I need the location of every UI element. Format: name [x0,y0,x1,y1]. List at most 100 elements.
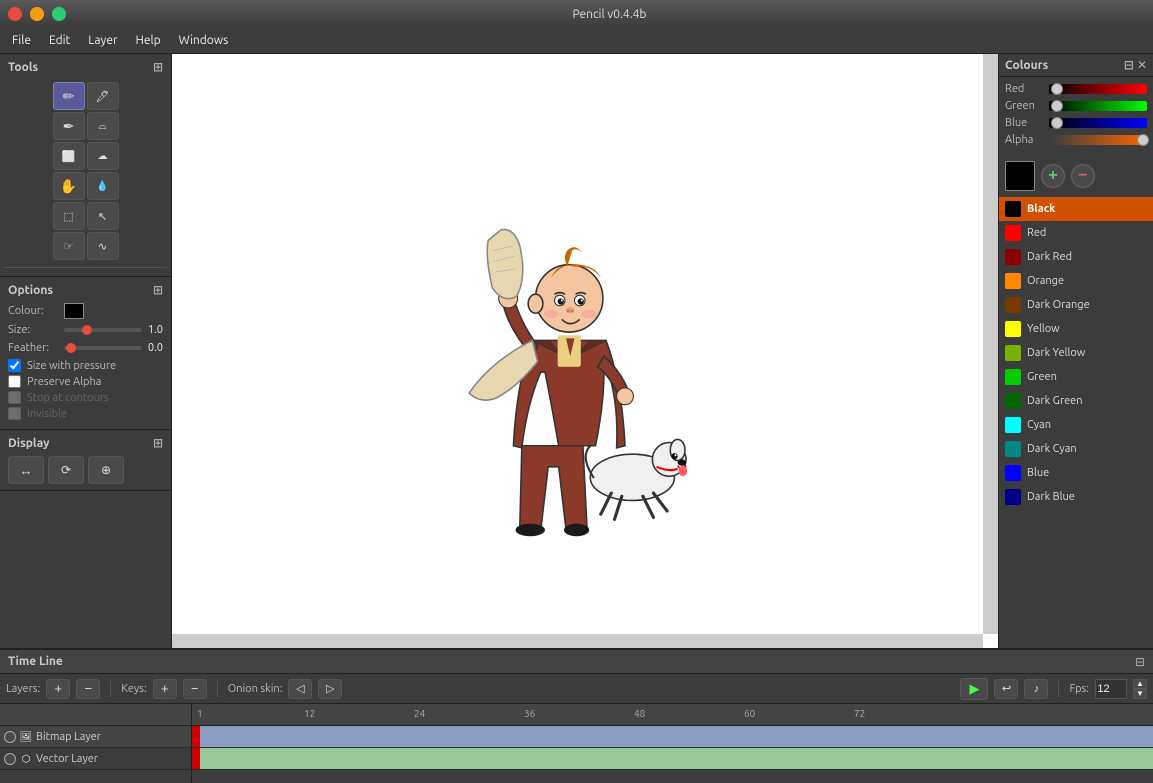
options-title: Options [8,284,53,297]
add-layer-btn[interactable]: + [46,679,70,699]
rewind-button[interactable]: ↩ [994,679,1018,699]
vertical-scrollbar[interactable] [983,54,998,634]
colours-close-icon[interactable]: ✕ [1137,58,1147,72]
menu-help[interactable]: Help [128,31,169,50]
move-tool[interactable]: ↖ [87,202,119,230]
canvas-area[interactable] [172,54,998,648]
menu-windows[interactable]: Windows [171,31,237,50]
vector-frame-track[interactable] [192,748,1153,770]
colour-list-item-12[interactable]: Dark Blue [999,485,1153,509]
size-pressure-label: Size with pressure [27,360,116,372]
green-slider-track[interactable] [1049,101,1147,111]
colour-dot-7 [1005,369,1021,385]
colour-row: Colour: [8,303,163,319]
bitmap-frame-indicator [192,726,200,747]
colour-list-item-7[interactable]: Green [999,365,1153,389]
frames-area[interactable]: 1 12 24 36 48 60 72 [192,704,1153,783]
size-pressure-row: Size with pressure [8,359,163,372]
menu-edit[interactable]: Edit [41,31,78,50]
eyedropper-tool[interactable]: 💧 [87,172,119,200]
colours-restore-icon[interactable]: ⊟ [1124,58,1134,72]
colour-list-item-5[interactable]: Yellow [999,317,1153,341]
remove-key-btn[interactable]: − [183,679,207,699]
close-button[interactable] [8,7,22,21]
red-slider-thumb[interactable] [1051,83,1063,95]
blue-slider-thumb[interactable] [1051,117,1063,129]
onion-prev-btn[interactable]: ◁ [288,679,312,699]
inkpen-tool[interactable]: ✒ [53,112,85,140]
colour-list-item-0[interactable]: Black [999,197,1153,221]
add-key-btn[interactable]: + [153,679,177,699]
colour-list-item-8[interactable]: Dark Green [999,389,1153,413]
layer-names-header [0,704,191,726]
red-slider-track[interactable] [1049,84,1147,94]
feather-slider-thumb[interactable] [66,343,76,353]
blue-slider-track[interactable] [1049,118,1147,128]
options-section: Options ⊞ Colour: Size: 1.0 Feat [0,277,171,430]
stop-contours-row: Stop at contours [8,391,163,404]
alpha-slider-thumb[interactable] [1137,134,1149,146]
menu-layer[interactable]: Layer [80,31,125,50]
fps-input[interactable] [1095,679,1127,699]
alpha-slider-track[interactable] [1049,135,1147,145]
audio-button[interactable]: ♪ [1024,679,1048,699]
layers-label: Layers: [6,683,40,695]
display-expand-icon[interactable]: ⊞ [153,436,163,450]
bitmap-layer-row[interactable]: 🖼 Bitmap Layer [0,726,191,748]
colour-name-6: Dark Yellow [1027,347,1085,359]
colour-list-item-11[interactable]: Blue [999,461,1153,485]
colour-name-10: Dark Cyan [1027,443,1077,455]
size-pressure-checkbox[interactable] [8,359,21,372]
colour-label: Colour: [8,305,58,317]
colour-list-item-3[interactable]: Orange [999,269,1153,293]
colour-list-item-9[interactable]: Cyan [999,413,1153,437]
colour-preview-box[interactable] [1005,161,1035,191]
frame-mark-36: 36 [524,708,535,719]
size-slider-thumb[interactable] [82,325,92,335]
fps-up-btn[interactable]: ▲ [1133,679,1147,689]
colour-list-item-10[interactable]: Dark Cyan [999,437,1153,461]
pencil-tool[interactable]: ✏ [53,82,85,110]
timeline-expand-icon[interactable]: ⊟ [1135,655,1145,669]
stop-contours-checkbox[interactable] [8,391,21,404]
preserve-alpha-checkbox[interactable] [8,375,21,388]
pen-tool[interactable]: 🖊 [87,82,119,110]
colour-list-item-6[interactable]: Dark Yellow [999,341,1153,365]
green-slider-thumb[interactable] [1051,100,1063,112]
display-flip-btn[interactable]: ↔ [8,456,44,484]
select-tool[interactable]: ⬚ [53,202,85,230]
tools-expand-icon[interactable]: ⊞ [153,60,163,74]
vector-layer-vis[interactable] [4,753,16,765]
lasso-tool[interactable]: ⌓ [87,112,119,140]
horizontal-scrollbar[interactable] [172,634,983,648]
bitmap-frame-track[interactable] [192,726,1153,748]
display-overlay-btn[interactable]: ⊕ [88,456,124,484]
bitmap-layer-vis[interactable] [4,731,16,743]
play-button[interactable]: ▶ [960,678,988,700]
colour-name-3: Orange [1027,275,1064,287]
hand-tool[interactable]: ✋ [53,172,85,200]
polyline-tool[interactable]: ∿ [87,232,119,260]
tools-section: Tools ⊞ ✏ 🖊 ✒ ⌓ ⬜ ☁ ✋ 💧 ⬚ ↖ ☞ ∿ [0,54,171,277]
onion-next-btn[interactable]: ▷ [318,679,342,699]
colour-swatch[interactable] [64,303,84,319]
invisible-checkbox[interactable] [8,407,21,420]
add-colour-button[interactable]: + [1041,164,1065,188]
fps-down-btn[interactable]: ▼ [1133,689,1147,699]
colour-list-item-1[interactable]: Red [999,221,1153,245]
eraser-tool[interactable]: ⬜ [53,142,85,170]
colour-list-item-4[interactable]: Dark Orange [999,293,1153,317]
menu-file[interactable]: File [4,31,39,50]
colour-list-item-2[interactable]: Dark Red [999,245,1153,269]
timeline-title: Time Line [8,655,63,668]
remove-layer-btn[interactable]: − [76,679,100,699]
smudge-tool[interactable]: ☁ [87,142,119,170]
minimize-button[interactable] [30,7,44,21]
options-expand-icon[interactable]: ⊞ [153,283,163,297]
remove-colour-button[interactable]: − [1071,164,1095,188]
pan-tool[interactable]: ☞ [53,232,85,260]
maximize-button[interactable] [52,7,66,21]
colour-dot-10 [1005,441,1021,457]
display-rotate-btn[interactable]: ⟳ [48,456,84,484]
vector-layer-row[interactable]: ⬡ Vector Layer [0,748,191,770]
